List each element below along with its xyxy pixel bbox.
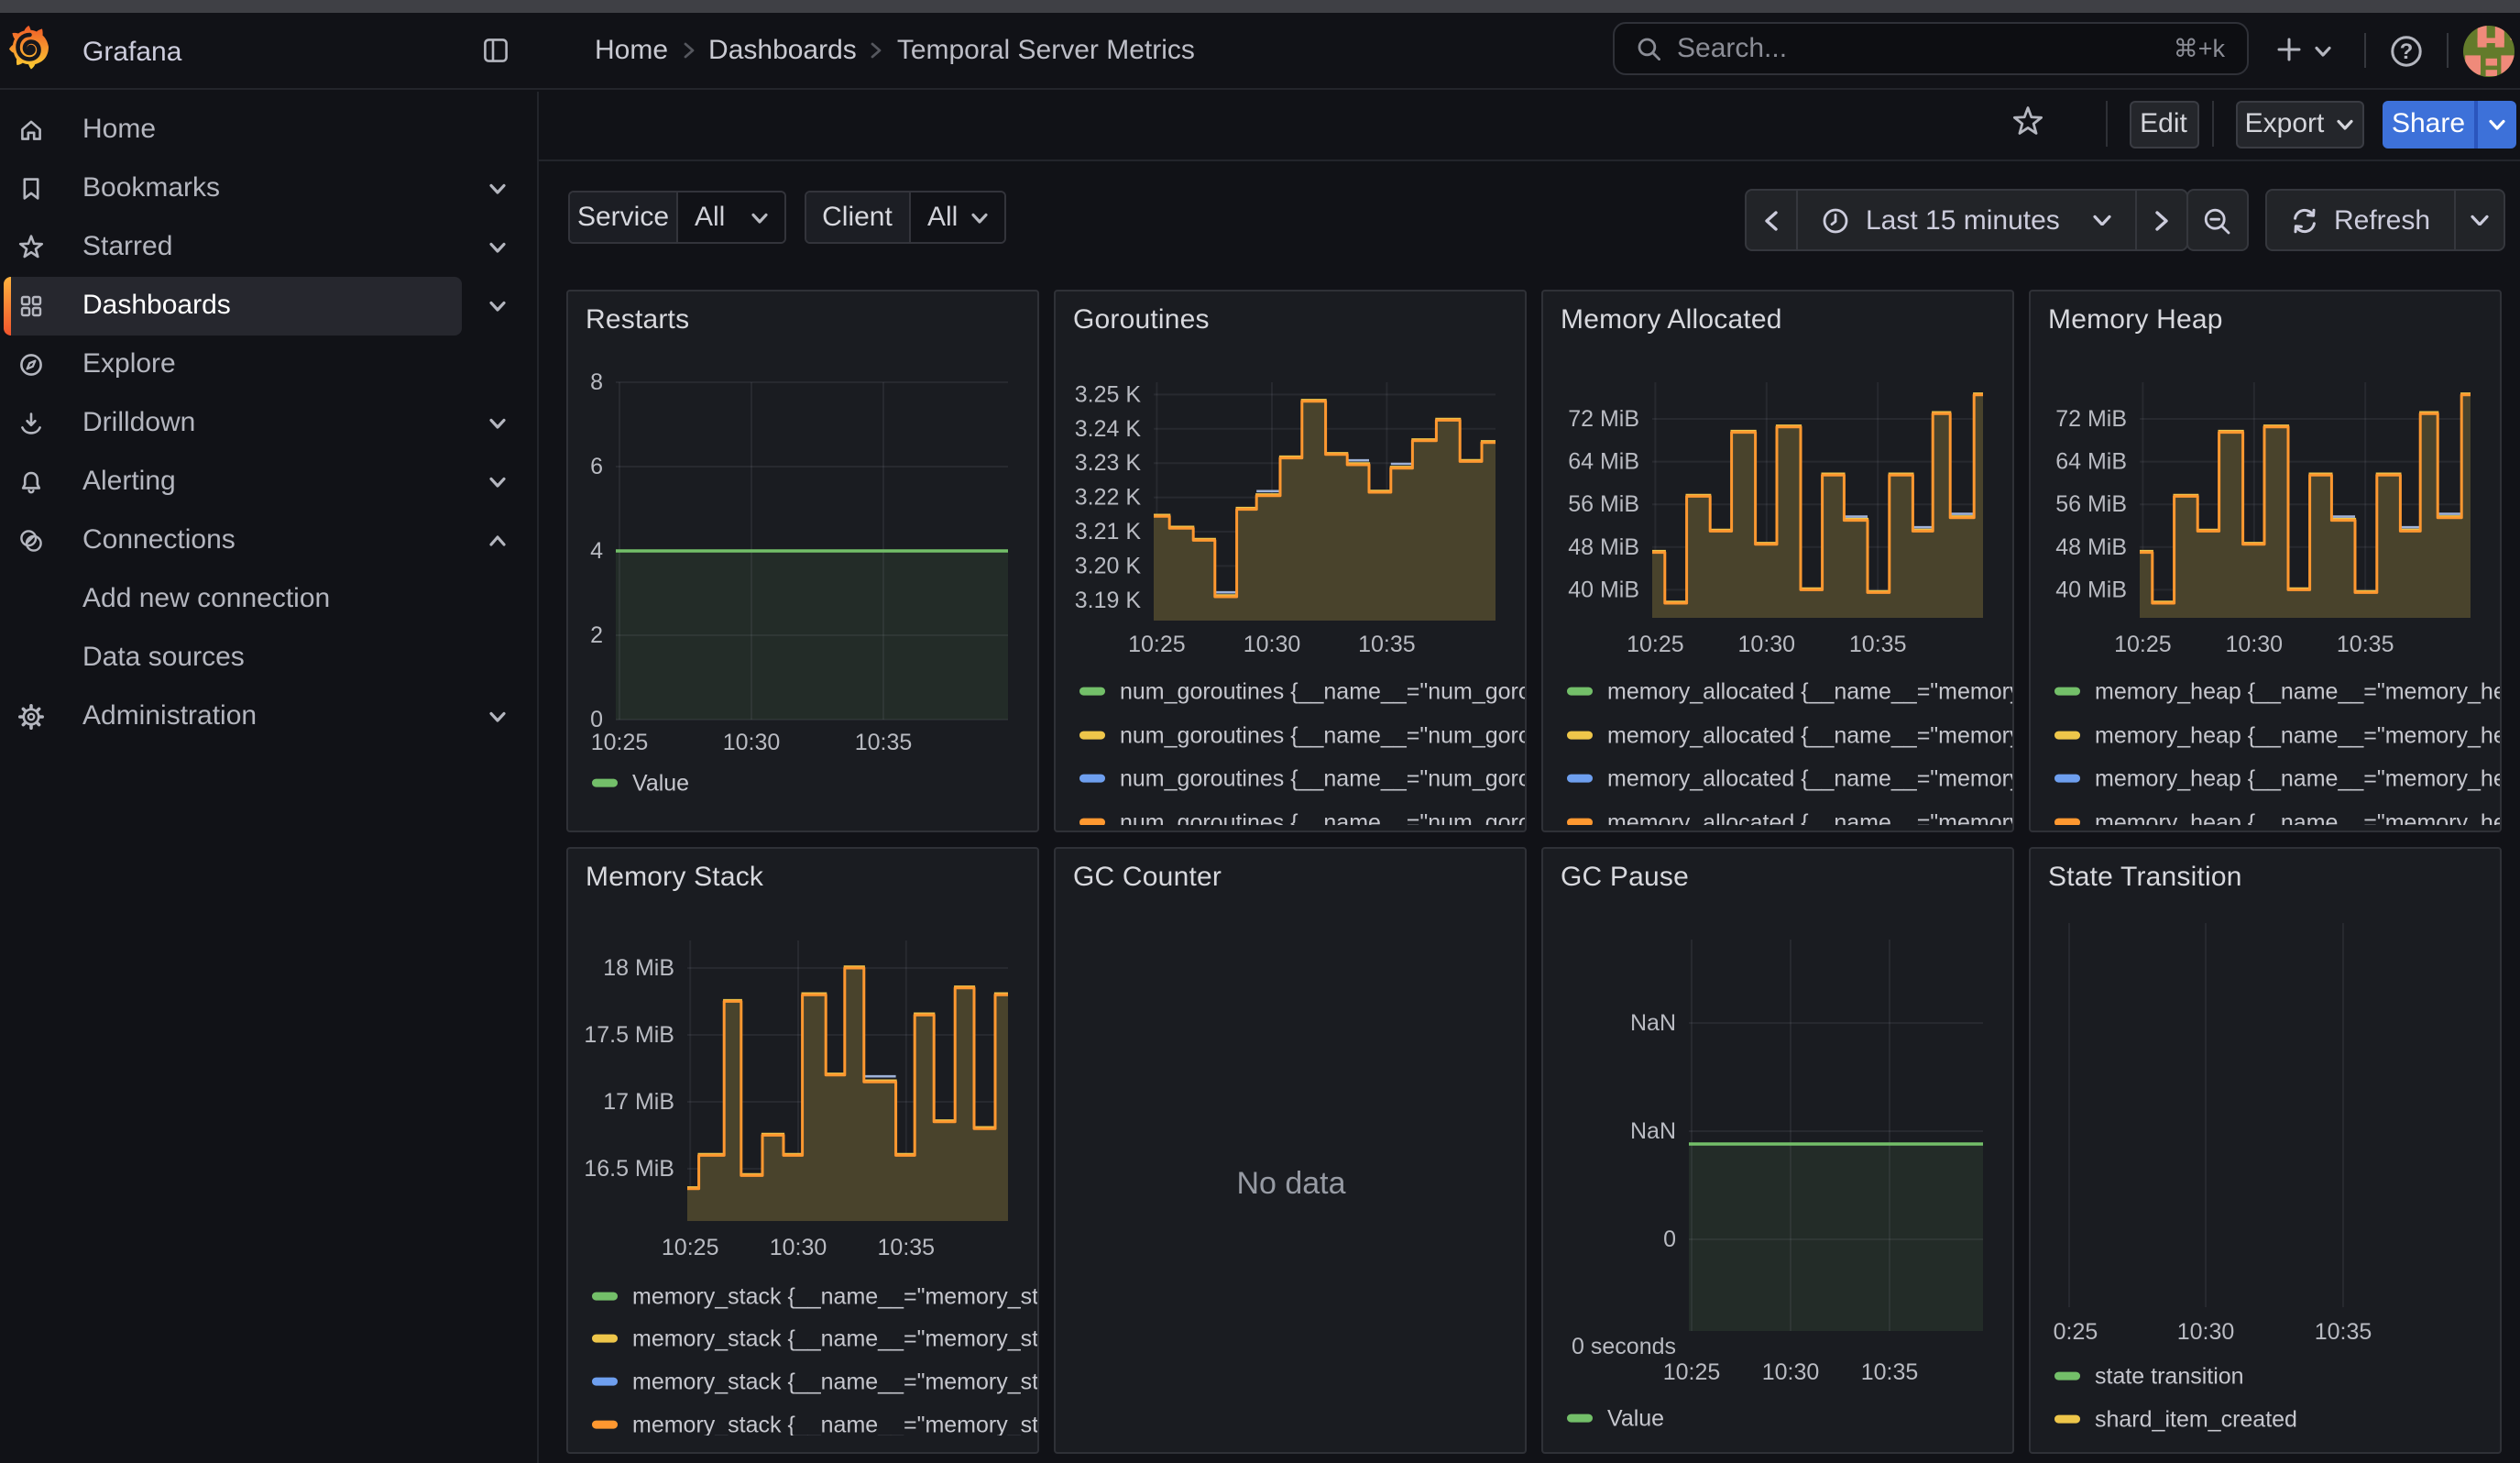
svg-text:memory_allocated {__name__="me: memory_allocated {__name__="memory_alloc…	[1606, 765, 2013, 791]
svg-text:memory_allocated {__name__="me: memory_allocated {__name__="memory_alloc…	[1606, 809, 2013, 825]
svg-text:10:30: 10:30	[1243, 631, 1300, 656]
svg-text:10:35: 10:35	[1860, 1359, 1918, 1385]
svg-text:10:30: 10:30	[2225, 631, 2283, 656]
svg-text:NaN: NaN	[1629, 1118, 1675, 1144]
svg-text:memory_allocated {__name__="me: memory_allocated {__name__="memory_alloc…	[1606, 722, 2013, 748]
svg-text:0 seconds: 0 seconds	[1571, 1334, 1675, 1359]
svg-text:3.19 K: 3.19 K	[1074, 587, 1141, 612]
svg-text:Value: Value	[1606, 1405, 1663, 1431]
svg-text:memory_heap {__name__="memory_: memory_heap {__name__="memory_heap", ins…	[2094, 765, 2501, 791]
svg-text:48 MiB: 48 MiB	[2054, 534, 2126, 559]
svg-text:memory_stack {__name__="memory: memory_stack {__name__="memory_stack", i…	[631, 1412, 1038, 1436]
svg-text:?: ?	[2399, 38, 2413, 63]
svg-text:memory_stack {__name__="memory: memory_stack {__name__="memory_stack", i…	[631, 1283, 1038, 1309]
svg-text:40 MiB: 40 MiB	[1567, 576, 1638, 601]
svg-text:num_goroutines {__name__="num_: num_goroutines {__name__="num_goroutines…	[1119, 765, 1526, 791]
svg-text:3.24 K: 3.24 K	[1074, 415, 1141, 441]
svg-text:memory_heap {__name__="memory_: memory_heap {__name__="memory_heap", ins…	[2094, 809, 2501, 825]
svg-text:64 MiB: 64 MiB	[1567, 448, 1638, 474]
svg-text:56 MiB: 56 MiB	[2054, 490, 2126, 516]
svg-text:10:25: 10:25	[1626, 631, 1683, 656]
svg-text:40 MiB: 40 MiB	[2054, 576, 2126, 601]
svg-text:state transition: state transition	[2094, 1363, 2243, 1389]
svg-text:10:25: 10:25	[2040, 1319, 2098, 1345]
svg-text:0: 0	[1662, 1226, 1675, 1252]
svg-text:10:35: 10:35	[1848, 631, 1906, 656]
svg-text:10:35: 10:35	[854, 729, 912, 754]
svg-text:Value: Value	[631, 769, 688, 795]
svg-text:4: 4	[589, 537, 602, 563]
svg-text:10:35: 10:35	[877, 1235, 935, 1260]
svg-text:shard_item_created: shard_item_created	[2094, 1406, 2296, 1432]
svg-text:10:30: 10:30	[1761, 1359, 1819, 1385]
svg-text:memory_stack {__name__="memory: memory_stack {__name__="memory_stack", i…	[631, 1326, 1038, 1351]
svg-text:3.23 K: 3.23 K	[1074, 449, 1141, 475]
svg-text:num_goroutines {__name__="num_: num_goroutines {__name__="num_goroutines…	[1119, 678, 1526, 704]
svg-text:10:30: 10:30	[769, 1235, 827, 1260]
svg-text:memory_heap {__name__="memory_: memory_heap {__name__="memory_heap", ins…	[2094, 722, 2501, 748]
svg-text:10:25: 10:25	[590, 729, 648, 754]
svg-text:56 MiB: 56 MiB	[1567, 490, 1638, 516]
svg-text:NaN: NaN	[1629, 1010, 1675, 1036]
svg-text:10:25: 10:25	[1662, 1359, 1720, 1385]
svg-text:0: 0	[589, 706, 602, 732]
svg-text:6: 6	[589, 453, 602, 478]
svg-text:num_goroutines {__name__="num_: num_goroutines {__name__="num_goroutines…	[1119, 809, 1526, 825]
svg-text:num_goroutines {__name__="num_: num_goroutines {__name__="num_goroutines…	[1119, 722, 1526, 748]
svg-text:memory_stack {__name__="memory: memory_stack {__name__="memory_stack", i…	[631, 1369, 1038, 1394]
svg-text:64 MiB: 64 MiB	[2054, 448, 2126, 474]
svg-text:3.21 K: 3.21 K	[1074, 518, 1141, 544]
svg-text:10:35: 10:35	[1357, 631, 1415, 656]
svg-text:16.5 MiB: 16.5 MiB	[583, 1156, 674, 1182]
svg-text:10:30: 10:30	[722, 729, 780, 754]
svg-text:2: 2	[589, 622, 602, 647]
svg-text:72 MiB: 72 MiB	[1567, 405, 1638, 431]
svg-text:3.25 K: 3.25 K	[1074, 380, 1141, 406]
svg-text:18 MiB: 18 MiB	[602, 955, 674, 981]
svg-text:memory_heap {__name__="memory_: memory_heap {__name__="memory_heap", ins…	[2094, 678, 2501, 704]
svg-text:10:30: 10:30	[2176, 1319, 2234, 1345]
svg-text:memory_allocated {__name__="me: memory_allocated {__name__="memory_alloc…	[1606, 678, 2013, 704]
svg-text:10:35: 10:35	[2314, 1319, 2372, 1345]
svg-text:48 MiB: 48 MiB	[1567, 534, 1638, 559]
svg-text:72 MiB: 72 MiB	[2054, 405, 2126, 431]
svg-text:10:25: 10:25	[1127, 631, 1185, 656]
svg-text:3.22 K: 3.22 K	[1074, 484, 1141, 510]
svg-text:8: 8	[589, 368, 602, 394]
svg-text:3.20 K: 3.20 K	[1074, 552, 1141, 578]
svg-text:10:25: 10:25	[2113, 631, 2171, 656]
svg-text:17 MiB: 17 MiB	[602, 1089, 674, 1115]
svg-text:17.5 MiB: 17.5 MiB	[583, 1022, 674, 1048]
svg-text:10:35: 10:35	[2336, 631, 2394, 656]
svg-text:10:30: 10:30	[1737, 631, 1795, 656]
svg-text:10:25: 10:25	[661, 1235, 718, 1260]
